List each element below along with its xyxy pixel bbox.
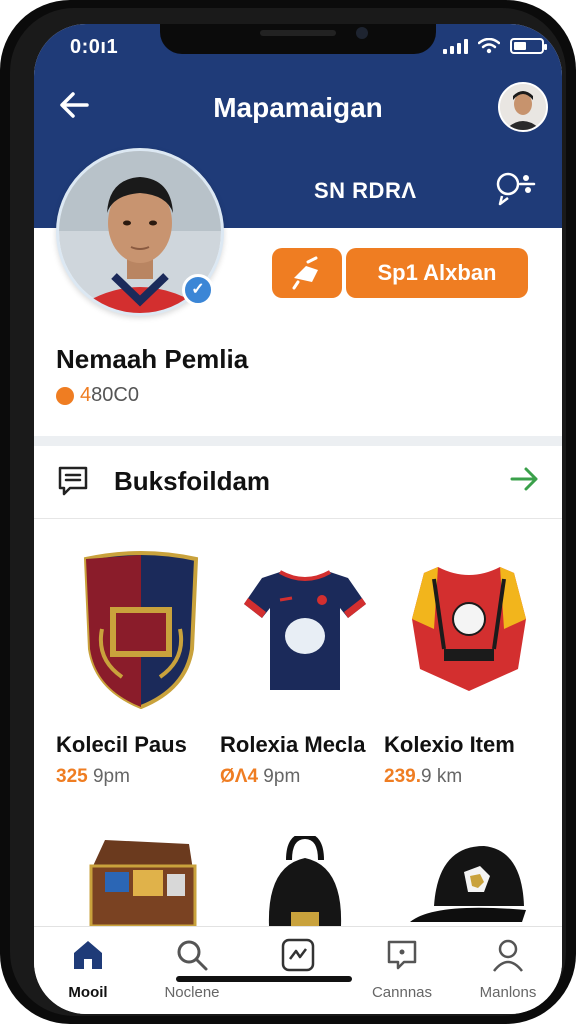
item-name: Kolecil Paus: [56, 732, 187, 757]
points-display: 480C0: [56, 384, 139, 407]
item-name: Rolexia Mecla: [220, 732, 366, 757]
item-price: 325 9pm: [56, 766, 226, 788]
item-price-unit: 9pm: [258, 766, 301, 787]
section-rule: [34, 518, 562, 519]
backpack-icon: [220, 836, 390, 926]
item-price-value: ØΛ4: [220, 766, 259, 787]
nav-label: Manlons: [479, 984, 537, 1001]
nav-chat[interactable]: Cannnas: [352, 937, 452, 1001]
item-price-value: 239.: [384, 766, 421, 787]
camera-icon: [356, 27, 368, 39]
arrow-right-icon[interactable]: [508, 462, 542, 496]
phone-frame: 0:0ı1 Mapamaigan SN RDRΛ ✓ Sp1 Alxban Ne…: [0, 0, 576, 1024]
nav-label: Cannnas: [371, 984, 433, 1001]
nav-home[interactable]: Mooil: [38, 937, 138, 1001]
share-button[interactable]: [272, 248, 342, 298]
home-indicator[interactable]: [176, 976, 352, 982]
nav-label: Noclene: [164, 984, 220, 1001]
item-price-value: 325: [56, 766, 88, 787]
user-avatar-image: [500, 84, 546, 130]
points-icon: [56, 386, 74, 405]
page-title: Mapamaigan: [213, 92, 383, 123]
wifi-icon: [478, 38, 500, 54]
collection-section-header[interactable]: Buksfoildam: [34, 446, 562, 518]
screen: 0:0ı1 Mapamaigan SN RDRΛ ✓ Sp1 Alxban Ne…: [34, 24, 562, 1014]
nav-label: Mooil: [68, 984, 108, 1001]
chest-icon: [56, 836, 226, 926]
profile-name: Nemaah Pemlia: [56, 344, 249, 374]
collection-item[interactable]: Rolexia Mecla ØΛ4 9pm: [220, 544, 390, 788]
document-icon: [58, 466, 88, 496]
item-name: Kolexio Item: [384, 732, 515, 757]
home-icon: [74, 941, 102, 969]
item-price-unit: 9 km: [420, 766, 463, 787]
phone-bezel: 0:0ı1 Mapamaigan SN RDRΛ ✓ Sp1 Alxban Ne…: [10, 8, 566, 1016]
collection-item[interactable]: [56, 836, 226, 926]
user-avatar[interactable]: [498, 82, 548, 132]
speaker-grille: [260, 30, 336, 36]
signal-icon: [443, 38, 468, 54]
item-price: ØΛ4 9pm: [220, 766, 390, 788]
collection-item[interactable]: Kolexio Item 239.9 km: [384, 544, 554, 788]
battery-icon: [510, 38, 547, 54]
collection-item[interactable]: [220, 836, 390, 926]
nav-profile[interactable]: Manlons: [458, 937, 558, 1001]
jersey-icon: [220, 544, 390, 714]
section-title: Buksfoildam: [114, 466, 271, 496]
points-value-rest: 80C0: [91, 384, 139, 406]
verified-badge-icon: ✓: [182, 274, 214, 306]
status-icons: [443, 38, 547, 54]
chat-icon: [387, 940, 417, 970]
user-icon: [493, 939, 523, 972]
cap-icon: [384, 836, 554, 926]
collection-item[interactable]: Kolecil Paus 325 9pm: [56, 544, 226, 788]
megaphone-icon: [292, 256, 318, 290]
section-divider: [34, 436, 562, 446]
search-icon: [177, 940, 208, 971]
points-value-prefix: 4: [80, 384, 92, 406]
bottom-navigation: Mooil Noclene Cannnas Manlons: [34, 926, 562, 1014]
status-time: 0:0ı1: [70, 36, 119, 58]
crest-icon: [56, 544, 226, 714]
collection-item[interactable]: [384, 836, 554, 926]
item-price-unit: 9pm: [87, 766, 130, 787]
notch: [160, 24, 436, 54]
game-icon: [281, 938, 315, 972]
points-value: 480C0: [80, 384, 139, 407]
primary-action-button[interactable]: Sp1 Alxban: [346, 248, 528, 298]
nav-search[interactable]: Noclene: [142, 937, 242, 1001]
friends-icon[interactable]: [494, 168, 538, 208]
vest-icon: [384, 544, 554, 714]
header-sub-label: SN RDRΛ: [314, 178, 417, 203]
item-price: 239.9 km: [384, 766, 554, 788]
